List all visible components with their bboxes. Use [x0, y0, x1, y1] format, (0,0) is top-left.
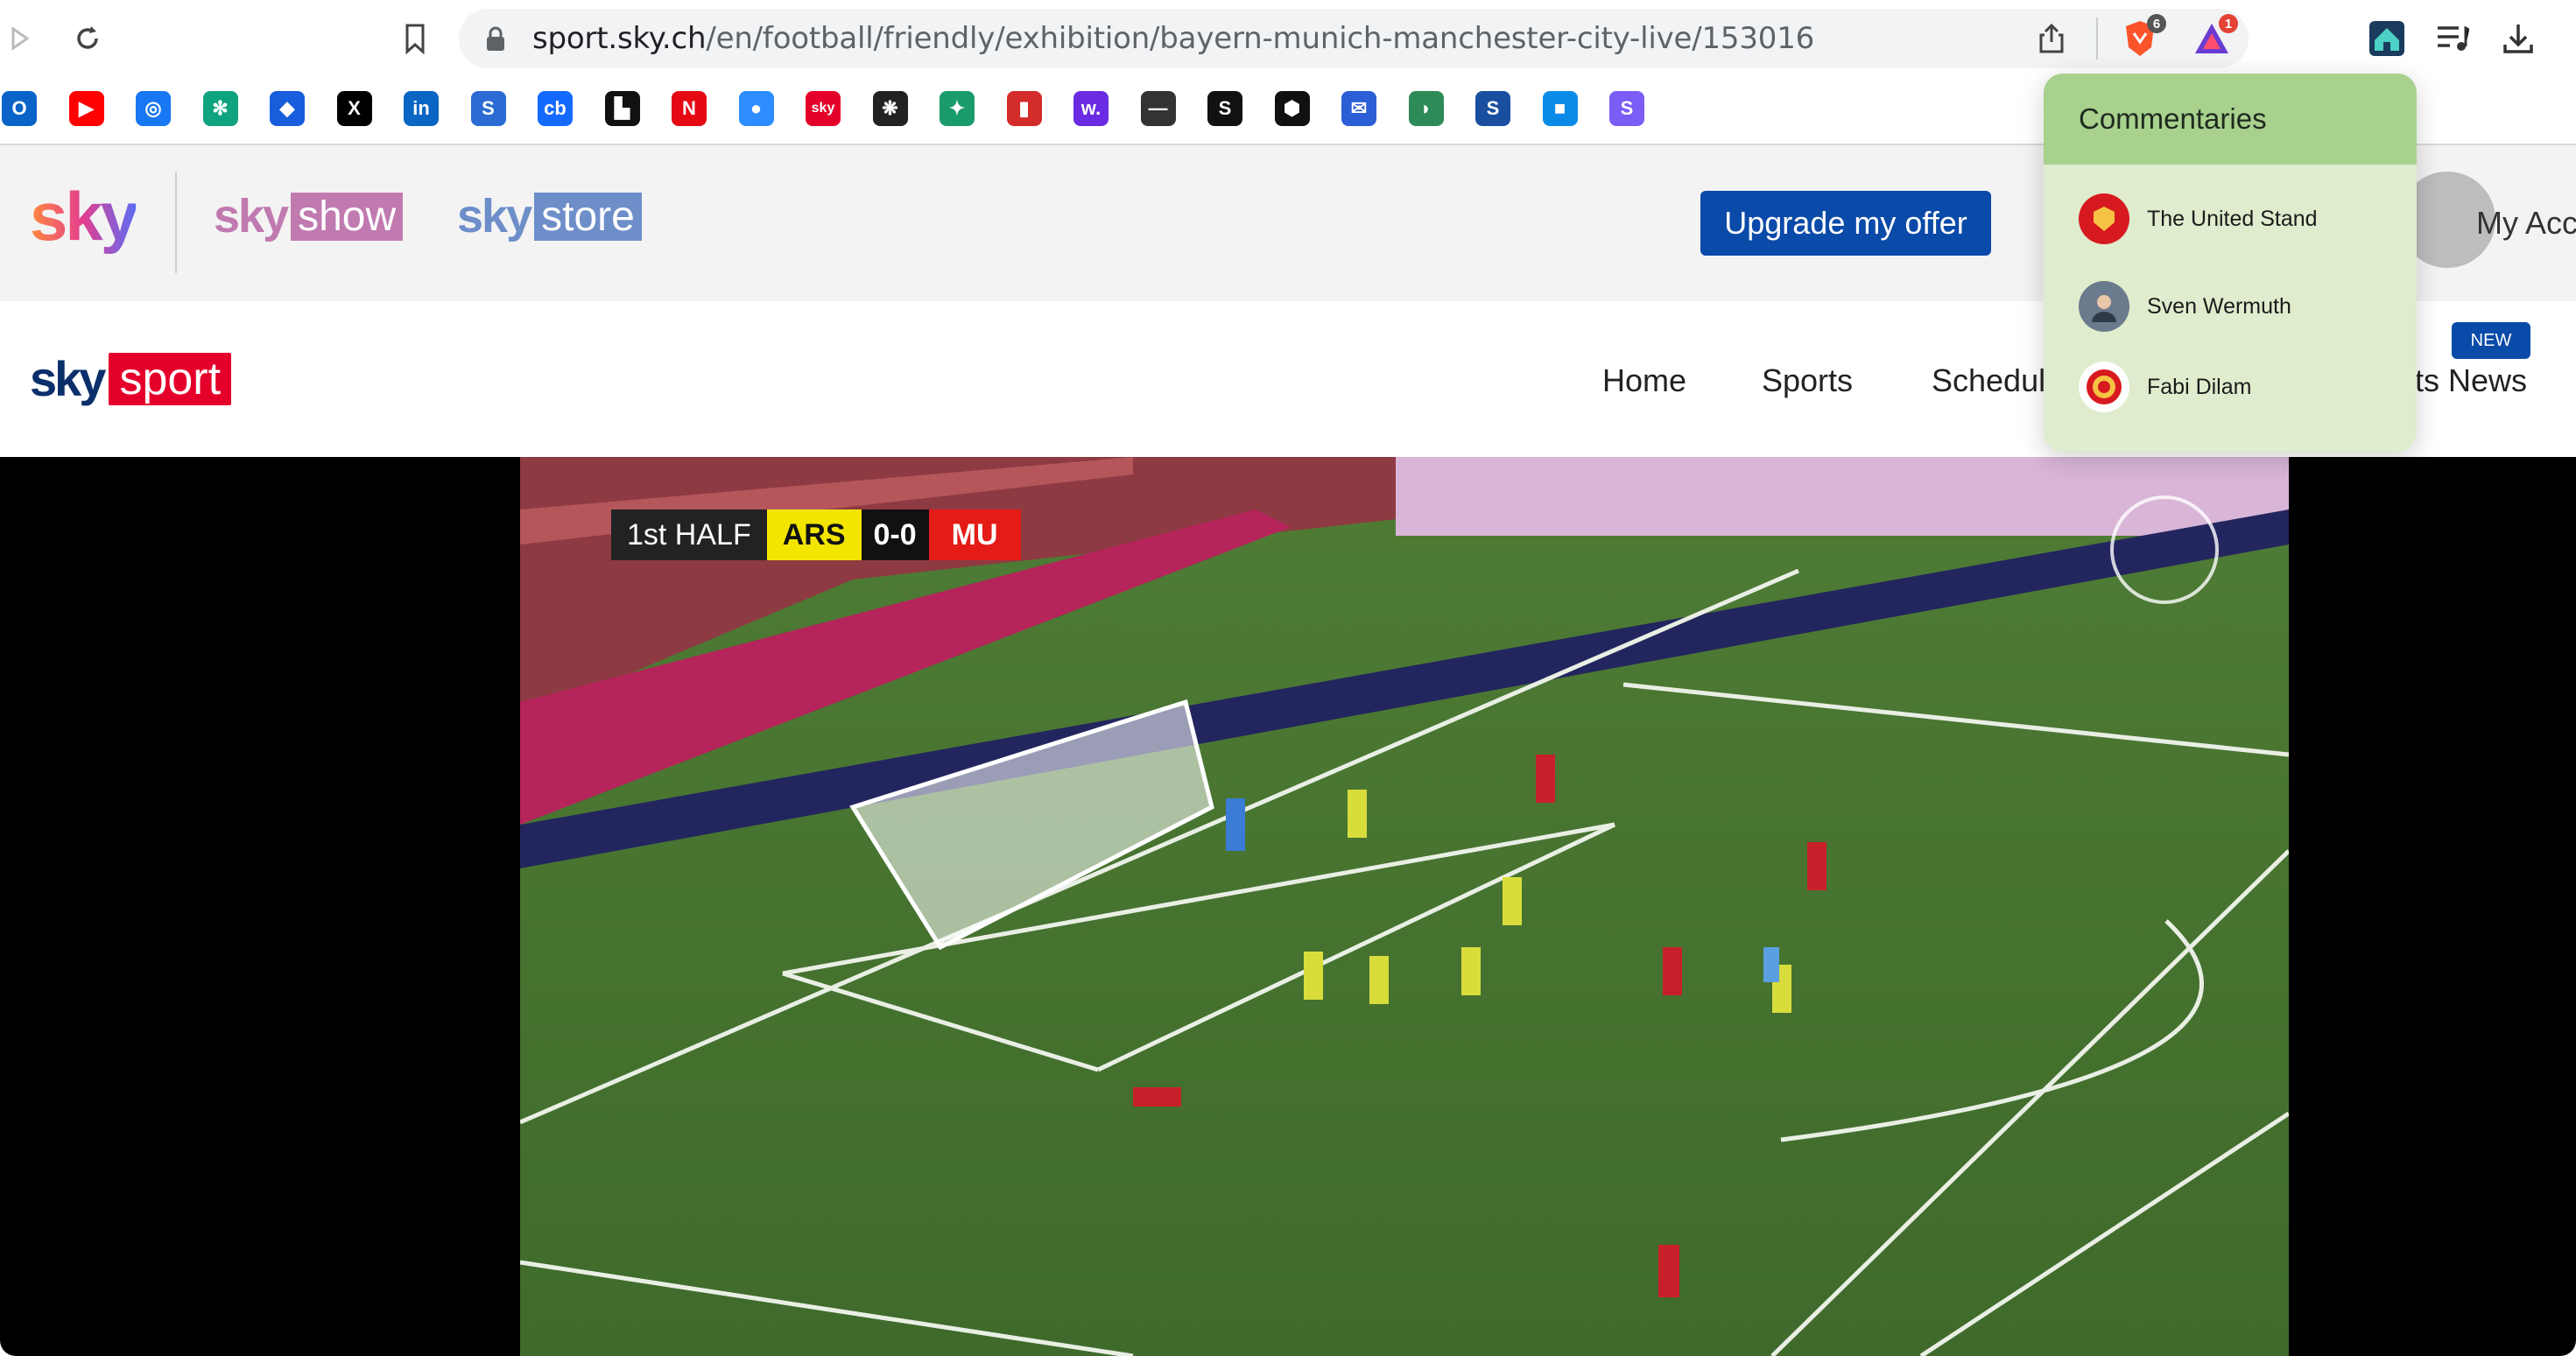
sky-show-logo[interactable]: sky show [214, 189, 404, 243]
bird-icon[interactable]: ✦ [940, 91, 975, 126]
scoreboard: 1st HALF ARS 0-0 MU [611, 509, 1021, 560]
club-crest-icon [2079, 362, 2129, 412]
sky-sport-logo-sport: sport [109, 352, 232, 405]
match-half: 1st HALF [611, 509, 767, 560]
menu-icon[interactable] [2560, 18, 2576, 60]
download-icon[interactable] [2497, 18, 2539, 60]
commentary-item-fabi-dilam[interactable]: Fabi Dilam [2079, 359, 2251, 415]
reload-icon[interactable] [68, 19, 107, 58]
sky-show-prefix: sky [214, 190, 289, 242]
linkedin-icon[interactable]: in [404, 91, 439, 126]
brave-shield-icon[interactable]: 6 [2119, 14, 2166, 60]
sky-show-label: show [291, 192, 404, 241]
messenger-icon[interactable]: ◎ [136, 91, 171, 126]
leaf-icon[interactable]: ◗ [1408, 91, 1444, 126]
share-icon[interactable] [2037, 23, 2066, 59]
commentaries-popup: Commentaries The United Stand Sven Wermu… [2044, 74, 2417, 452]
url-host: sport.sky.ch [532, 21, 707, 56]
alert-badge: 1 [2219, 14, 2238, 33]
commentaries-title: Commentaries [2044, 74, 2417, 165]
lock-icon [485, 26, 506, 57]
stack-icon[interactable]: S [470, 91, 506, 126]
unsplash-icon[interactable]: ▙ [604, 91, 640, 126]
new-badge: NEW [2452, 322, 2530, 359]
outlook-icon[interactable]: O [2, 91, 37, 126]
bitwarden-icon[interactable]: ◆ [270, 91, 305, 126]
pin-icon[interactable]: ● [738, 91, 774, 126]
bookmark-icon[interactable] [396, 19, 434, 58]
sky-icon[interactable]: sky [806, 91, 841, 126]
user-avatar-icon [2079, 281, 2129, 332]
nav-schedule[interactable]: Schedul [1932, 362, 2045, 399]
dash-icon[interactable]: — [1140, 91, 1176, 126]
match-video-frame[interactable]: 1st HALF ARS 0-0 MU [520, 457, 2289, 1356]
sky-store-logo[interactable]: sky store [457, 189, 642, 243]
commentary-name: Sven Wermuth [2147, 293, 2291, 319]
commentary-name: The United Stand [2147, 206, 2318, 231]
netflix-icon[interactable]: N [672, 91, 707, 126]
w-icon[interactable]: w. [1073, 91, 1109, 126]
nav-sports[interactable]: Sports [1762, 362, 1853, 399]
s-purple-icon[interactable]: S [1609, 91, 1644, 126]
nav-sports-news[interactable]: ts News [2415, 362, 2527, 399]
match-score: 0-0 [861, 509, 929, 560]
chart-icon[interactable]: ▮ [1006, 91, 1042, 126]
brave-badge: 6 [2147, 14, 2166, 33]
x-icon[interactable]: X [336, 91, 372, 126]
divider [2096, 18, 2098, 60]
address-bar[interactable]: sport.sky.ch/en/football/friendly/exhibi… [459, 9, 2249, 68]
browser-toolbar: sport.sky.ch/en/football/friendly/exhibi… [0, 0, 2576, 77]
flower-icon[interactable]: ❋ [872, 91, 908, 126]
divider [175, 172, 177, 273]
chatgpt-icon[interactable]: ✻ [202, 91, 238, 126]
football-pitch-image [520, 457, 2289, 1356]
commentary-item-sven-wermuth[interactable]: Sven Wermuth [2079, 278, 2291, 334]
sky-sport-logo-sky: sky [30, 351, 106, 406]
home-team: ARS [766, 509, 862, 560]
commentary-name: Fabi Dilam [2147, 374, 2252, 399]
s-curve-icon[interactable]: S [1475, 91, 1510, 126]
upgrade-offer-button[interactable]: Upgrade my offer [1700, 191, 1991, 256]
club-crest-icon [2079, 193, 2129, 244]
mail-icon[interactable]: ✉ [1341, 91, 1376, 126]
s-icon[interactable]: S [1207, 91, 1242, 126]
youtube-icon[interactable]: ▶ [68, 91, 104, 126]
forward-icon[interactable] [0, 19, 39, 58]
browser-window: sport.sky.ch/en/football/friendly/exhibi… [0, 0, 2576, 1356]
cube-icon[interactable]: ⬢ [1274, 91, 1310, 126]
commentary-item-the-united-stand[interactable]: The United Stand [2079, 191, 2318, 247]
extension-house-icon[interactable] [2366, 18, 2408, 60]
url-text[interactable]: sport.sky.ch/en/football/friendly/exhibi… [532, 21, 1814, 56]
playlist-icon[interactable] [2431, 18, 2473, 60]
my-account-link[interactable]: My Acco [2476, 205, 2576, 242]
crunchbase-icon[interactable]: cb [538, 91, 573, 126]
away-team: MU [928, 509, 1021, 560]
url-path: /en/football/friendly/exhibition/bayern-… [706, 21, 1815, 56]
sky-logo[interactable]: sky [30, 177, 138, 256]
nav-home[interactable]: Home [1602, 362, 1686, 399]
rewards-icon[interactable]: 1 [2191, 14, 2238, 60]
sky-store-label: store [534, 192, 642, 241]
sky-sport-logo[interactable]: sky sport [30, 350, 232, 407]
sky-store-prefix: sky [457, 190, 532, 242]
square-icon[interactable]: ■ [1542, 91, 1578, 126]
video-player[interactable]: 1st HALF ARS 0-0 MU [0, 457, 2576, 1356]
